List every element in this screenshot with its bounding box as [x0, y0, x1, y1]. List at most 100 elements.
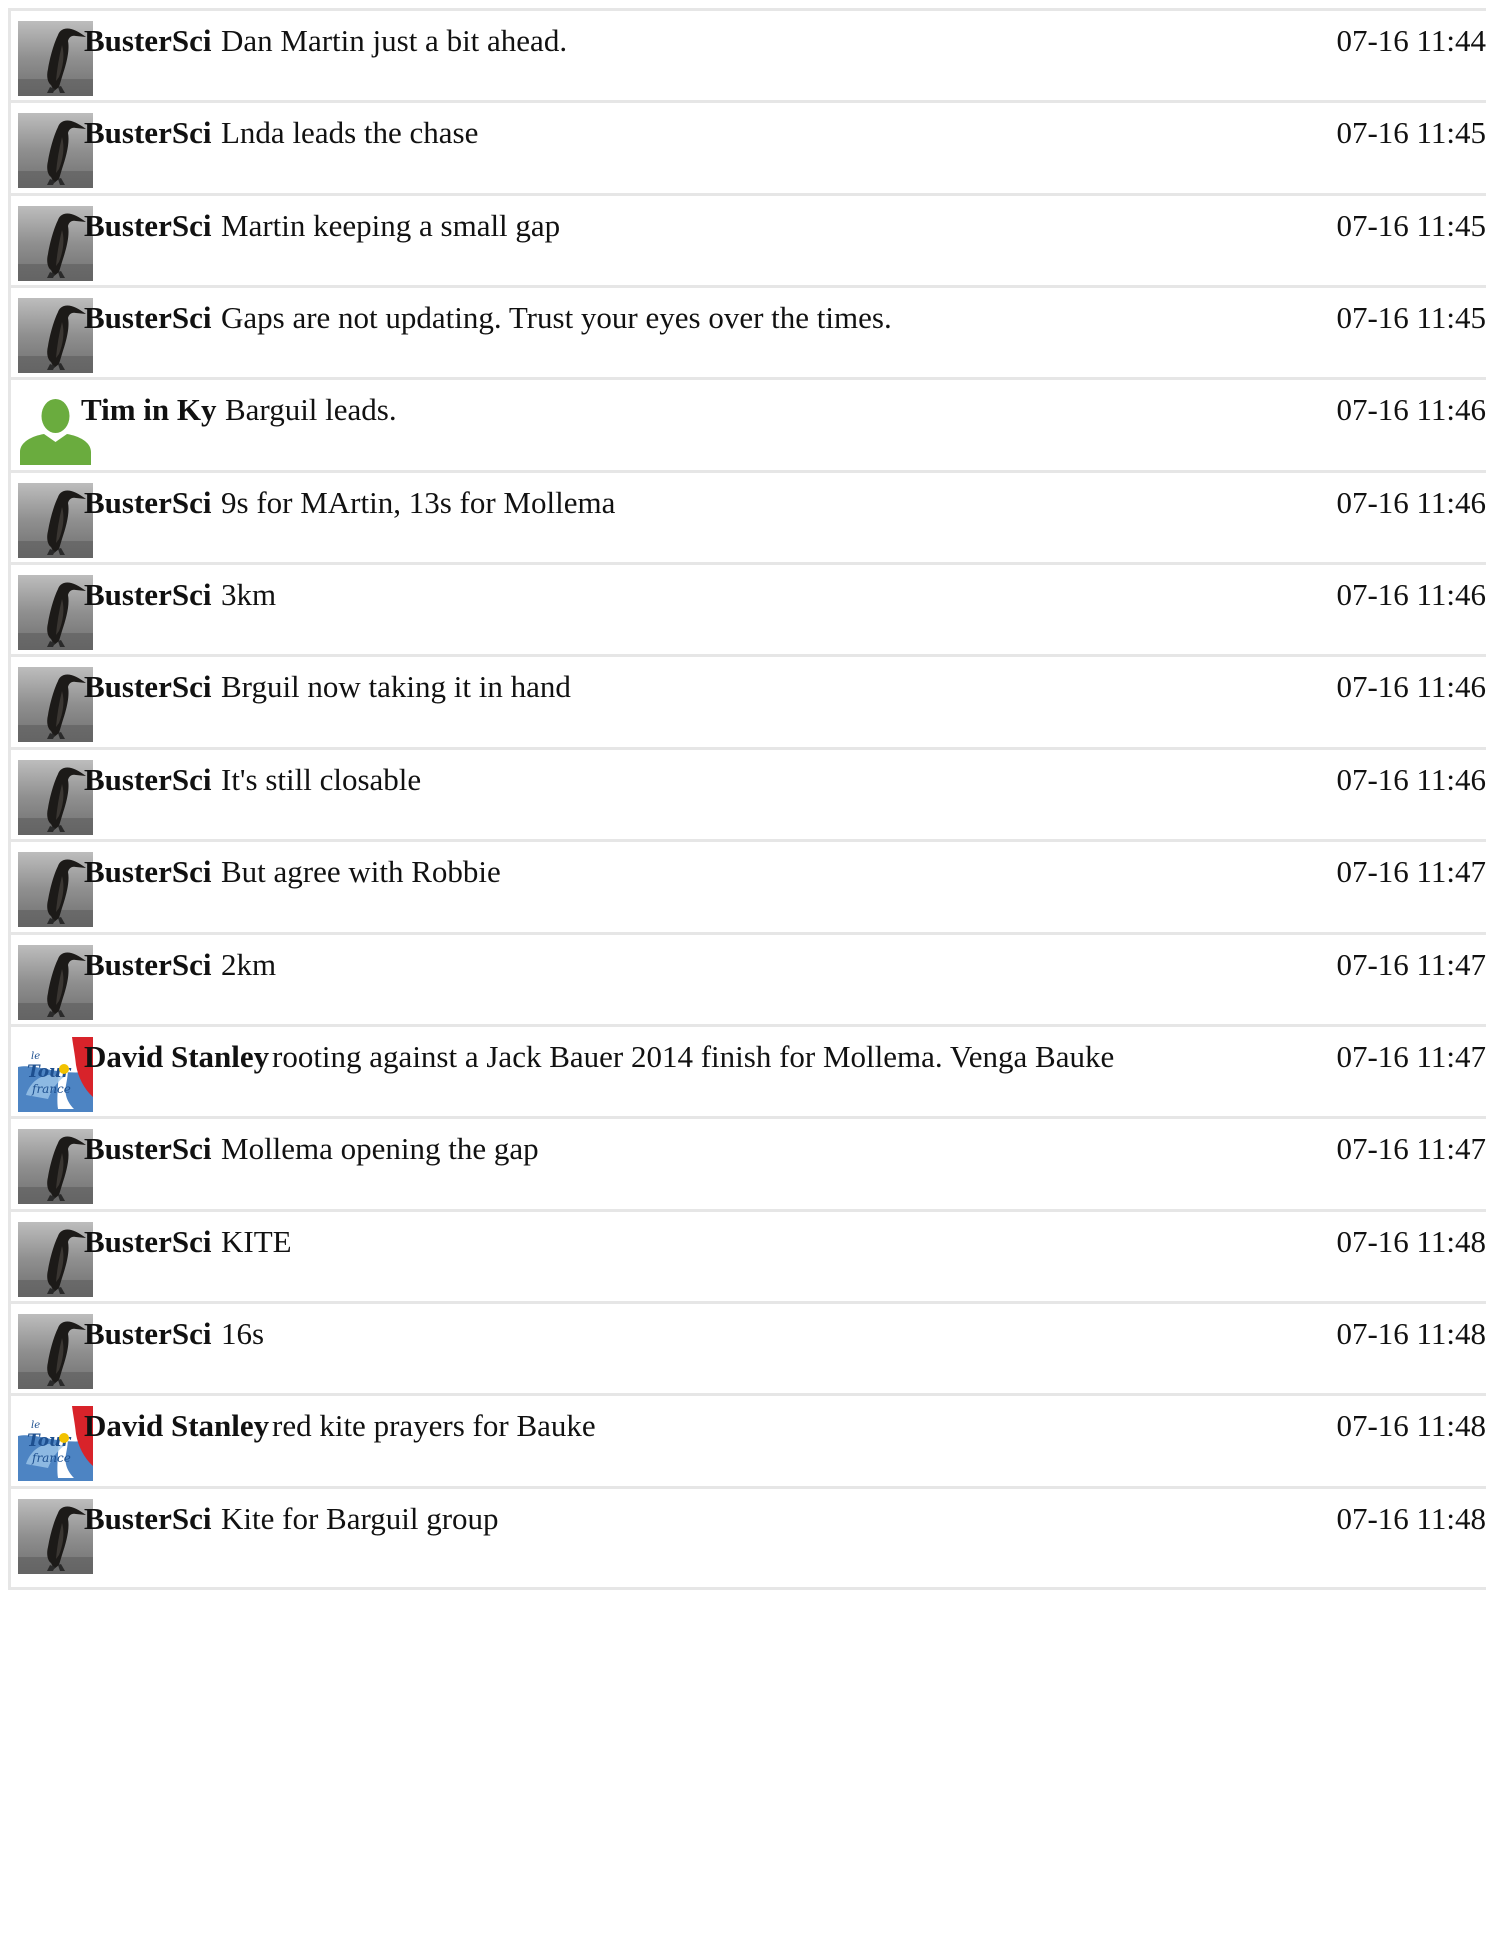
- message-username[interactable]: BusterSci: [84, 298, 211, 338]
- message-text: Dan Martin just a bit ahead.: [221, 23, 568, 58]
- message-username[interactable]: David Stanley: [84, 1037, 269, 1077]
- chat-message-row: le Tour france David Stanley red kite pra…: [8, 1393, 1486, 1497]
- user-avatar[interactable]: [18, 1314, 93, 1389]
- message-timestamp: 07-16 11:46: [1336, 577, 1486, 612]
- message-text: Mollema opening the gap: [221, 1131, 539, 1166]
- user-avatar[interactable]: [18, 21, 93, 96]
- message-username[interactable]: BusterSci: [84, 852, 211, 892]
- user-avatar[interactable]: le Tour france: [18, 1037, 93, 1112]
- user-avatar[interactable]: [18, 575, 93, 650]
- penguin-avatar-icon: [18, 667, 93, 742]
- message-timestamp: 07-16 11:47: [1336, 1131, 1486, 1166]
- message-timestamp: 07-16 11:47: [1336, 1039, 1486, 1074]
- chat-message-row: BusterSci Kite for Barguil group 07-16 11:…: [8, 1486, 1486, 1590]
- user-avatar[interactable]: [18, 113, 93, 188]
- tour-de-france-logo-icon: le Tour france: [18, 1037, 93, 1112]
- tour-de-france-logo-icon: le Tour france: [18, 1406, 93, 1481]
- message-text: Brguil now taking it in hand: [221, 669, 571, 704]
- message-username[interactable]: BusterSci: [84, 21, 211, 61]
- message-username[interactable]: BusterSci: [84, 483, 211, 523]
- svg-text:france: france: [31, 1451, 71, 1465]
- message-username[interactable]: Tim in Ky: [81, 390, 217, 430]
- message-username[interactable]: BusterSci: [84, 760, 211, 800]
- penguin-avatar-icon: [18, 483, 93, 558]
- user-avatar[interactable]: [18, 1499, 93, 1574]
- chat-message-row: BusterSci Lnda leads the chase 07-16 11:45: [8, 100, 1486, 204]
- user-avatar[interactable]: [18, 760, 93, 835]
- message-timestamp: 07-16 11:47: [1336, 854, 1486, 889]
- penguin-avatar-icon: [18, 575, 93, 650]
- message-username[interactable]: David Stanley: [84, 1406, 269, 1446]
- chat-message-row: BusterSci Mollema opening the gap 07-16 11…: [8, 1116, 1486, 1220]
- chat-message-row: BusterSci KITE 07-16 11:48: [8, 1209, 1486, 1313]
- svg-text:le: le: [31, 1051, 40, 1062]
- chat-message-list: BusterSci Dan Martin just a bit ahead. 07-…: [0, 0, 1486, 1952]
- message-timestamp: 07-16 11:46: [1336, 669, 1486, 704]
- user-avatar[interactable]: [18, 483, 93, 558]
- user-avatar[interactable]: [18, 667, 93, 742]
- message-username[interactable]: BusterSci: [84, 206, 211, 246]
- message-timestamp: 07-16 11:46: [1336, 762, 1486, 797]
- message-text: It's still closable: [221, 762, 422, 797]
- message-timestamp: 07-16 11:45: [1336, 208, 1486, 243]
- message-timestamp: 07-16 11:45: [1336, 115, 1486, 150]
- svg-text:france: france: [31, 1082, 71, 1096]
- user-avatar[interactable]: [18, 852, 93, 927]
- user-avatar[interactable]: [18, 1222, 93, 1297]
- chat-message-row: BusterSci 9s for MArtin, 13s for Mollema 0…: [8, 470, 1486, 574]
- penguin-avatar-icon: [18, 1314, 93, 1389]
- chat-message-row: BusterSci 2km 07-16 11:47: [8, 932, 1486, 1036]
- message-text: 16s: [221, 1316, 265, 1351]
- message-text: Barguil leads.: [225, 392, 397, 427]
- message-text: Kite for Barguil group: [221, 1501, 499, 1536]
- chat-message-row: BusterSci Brguil now taking it in hand 07-…: [8, 654, 1486, 758]
- chat-message-row: le Tour france David Stanley rooting agai…: [8, 1024, 1486, 1128]
- message-text: 3km: [221, 577, 277, 612]
- message-text: Martin keeping a small gap: [221, 208, 561, 243]
- penguin-avatar-icon: [18, 1129, 93, 1204]
- penguin-avatar-icon: [18, 852, 93, 927]
- chat-message-row: BusterSci Gaps are not updating. Trust yo…: [8, 285, 1486, 389]
- message-text: rooting against a Jack Bauer 2014 finish…: [272, 1039, 1115, 1074]
- chat-message-row: BusterSci It's still closable 07-16 11:46: [8, 747, 1486, 851]
- message-username[interactable]: BusterSci: [84, 1314, 211, 1354]
- penguin-avatar-icon: [18, 945, 93, 1020]
- user-avatar[interactable]: [18, 206, 93, 281]
- chat-message-row: BusterSci But agree with Robbie 07-16 11:4…: [8, 839, 1486, 943]
- message-username[interactable]: BusterSci: [84, 113, 211, 153]
- user-avatar[interactable]: [18, 298, 93, 373]
- svg-text:le: le: [31, 1420, 40, 1431]
- chat-message-row: BusterSci Dan Martin just a bit ahead. 07-…: [8, 8, 1486, 112]
- message-username[interactable]: BusterSci: [84, 667, 211, 707]
- message-timestamp: 07-16 11:48: [1336, 1316, 1486, 1351]
- penguin-avatar-icon: [18, 298, 93, 373]
- message-timestamp: 07-16 11:48: [1336, 1224, 1486, 1259]
- message-username[interactable]: BusterSci: [84, 1499, 211, 1539]
- penguin-avatar-icon: [18, 760, 93, 835]
- message-text: But agree with Robbie: [221, 854, 501, 889]
- penguin-avatar-icon: [18, 206, 93, 281]
- message-text: 2km: [221, 947, 277, 982]
- chat-message-row: Tim in Ky Barguil leads. 07-16 11:46: [8, 377, 1486, 481]
- message-username[interactable]: BusterSci: [84, 575, 211, 615]
- message-username[interactable]: BusterSci: [84, 945, 211, 985]
- message-timestamp: 07-16 11:44: [1336, 23, 1486, 58]
- message-text: Lnda leads the chase: [221, 115, 479, 150]
- message-timestamp: 07-16 11:47: [1336, 947, 1486, 982]
- message-timestamp: 07-16 11:46: [1336, 485, 1486, 520]
- message-timestamp: 07-16 11:48: [1336, 1408, 1486, 1443]
- message-timestamp: 07-16 11:45: [1336, 300, 1486, 335]
- chat-message-row: BusterSci Martin keeping a small gap 07-16…: [8, 193, 1486, 297]
- message-text: 9s for MArtin, 13s for Mollema: [221, 485, 616, 520]
- message-text: KITE: [221, 1224, 292, 1259]
- message-username[interactable]: BusterSci: [84, 1129, 211, 1169]
- penguin-avatar-icon: [18, 1222, 93, 1297]
- penguin-avatar-icon: [18, 21, 93, 96]
- user-avatar[interactable]: le Tour france: [18, 1406, 93, 1481]
- message-username[interactable]: BusterSci: [84, 1222, 211, 1262]
- message-timestamp: 07-16 11:46: [1336, 392, 1486, 427]
- user-avatar[interactable]: [18, 1129, 93, 1204]
- message-text: red kite prayers for Bauke: [272, 1408, 596, 1443]
- chat-message-row: BusterSci 16s 07-16 11:48: [8, 1301, 1486, 1405]
- user-avatar[interactable]: [18, 945, 93, 1020]
